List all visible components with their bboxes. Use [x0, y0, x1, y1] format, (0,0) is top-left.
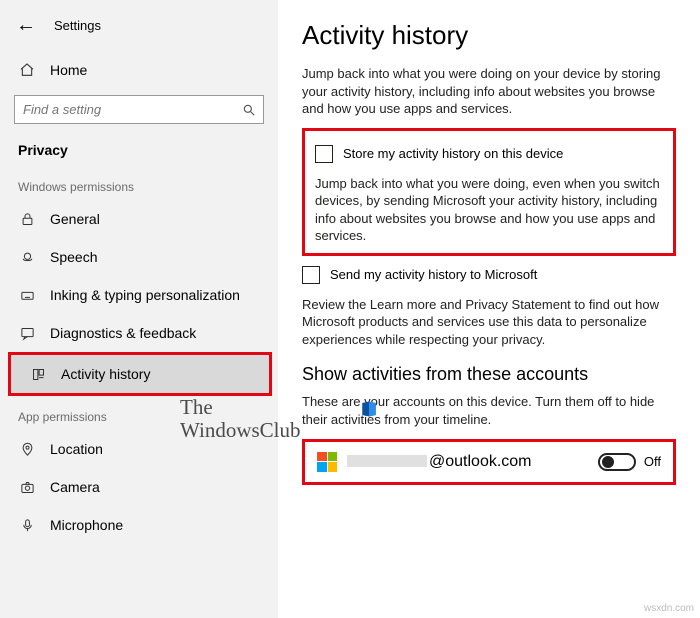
camera-icon [18, 478, 36, 496]
nav-camera[interactable]: Camera [0, 468, 278, 506]
nav-activity-history[interactable]: Activity history [8, 352, 272, 396]
category-label: Privacy [0, 132, 278, 166]
checkbox-store-history[interactable] [315, 145, 333, 163]
location-icon [18, 440, 36, 458]
account-toggle[interactable] [598, 453, 636, 471]
nav-label: Inking & typing personalization [50, 287, 240, 303]
intro-text: Jump back into what you were doing on yo… [302, 65, 676, 118]
accounts-desc: These are your accounts on this device. … [302, 393, 676, 428]
nav-home[interactable]: Home [0, 53, 278, 87]
settings-title: Settings [54, 18, 101, 33]
feedback-icon [18, 324, 36, 342]
review-text: Review the Learn more and Privacy Statem… [302, 296, 676, 349]
nav-location[interactable]: Location [0, 430, 278, 468]
group-windows-permissions: Windows permissions [0, 166, 278, 200]
nav-label: Location [50, 441, 103, 457]
para-send-desc: Jump back into what you were doing, even… [315, 175, 663, 245]
nav-microphone[interactable]: Microphone [0, 506, 278, 544]
highlight-box-1: Store my activity history on this device… [302, 128, 676, 256]
nav-label: Diagnostics & feedback [50, 325, 196, 341]
highlight-box-account: @outlook.com Off [302, 439, 676, 485]
microsoft-logo-icon [317, 452, 337, 472]
microphone-icon [18, 516, 36, 534]
nav-speech[interactable]: Speech [0, 238, 278, 276]
search-input[interactable] [14, 95, 264, 124]
account-email: @outlook.com [347, 453, 532, 471]
nav-label: Speech [50, 249, 97, 265]
nav-diagnostics[interactable]: Diagnostics & feedback [0, 314, 278, 352]
nav-label: General [50, 211, 100, 227]
checkbox-send-microsoft-label: Send my activity history to Microsoft [330, 267, 537, 282]
nav-general[interactable]: General [0, 200, 278, 238]
nav-label: Microphone [50, 517, 123, 533]
speech-icon [18, 248, 36, 266]
group-app-permissions: App permissions [0, 396, 278, 430]
nav-label: Camera [50, 479, 100, 495]
home-icon [18, 61, 36, 79]
back-button[interactable]: ← [16, 14, 36, 37]
accounts-heading: Show activities from these accounts [302, 364, 676, 385]
source-watermark: wsxdn.com [644, 603, 694, 614]
sidebar: ← Settings Home Privacy Windows permissi… [0, 0, 278, 618]
keyboard-icon [18, 286, 36, 304]
home-label: Home [50, 62, 87, 78]
checkbox-send-microsoft[interactable] [302, 266, 320, 284]
lock-icon [18, 210, 36, 228]
nav-inking[interactable]: Inking & typing personalization [0, 276, 278, 314]
nav-label: Activity history [61, 366, 150, 382]
activity-icon [29, 365, 47, 383]
toggle-state-label: Off [644, 454, 661, 469]
checkbox-store-history-label: Store my activity history on this device [343, 146, 563, 161]
page-title: Activity history [302, 20, 676, 51]
content-pane: Activity history Jump back into what you… [278, 0, 700, 618]
